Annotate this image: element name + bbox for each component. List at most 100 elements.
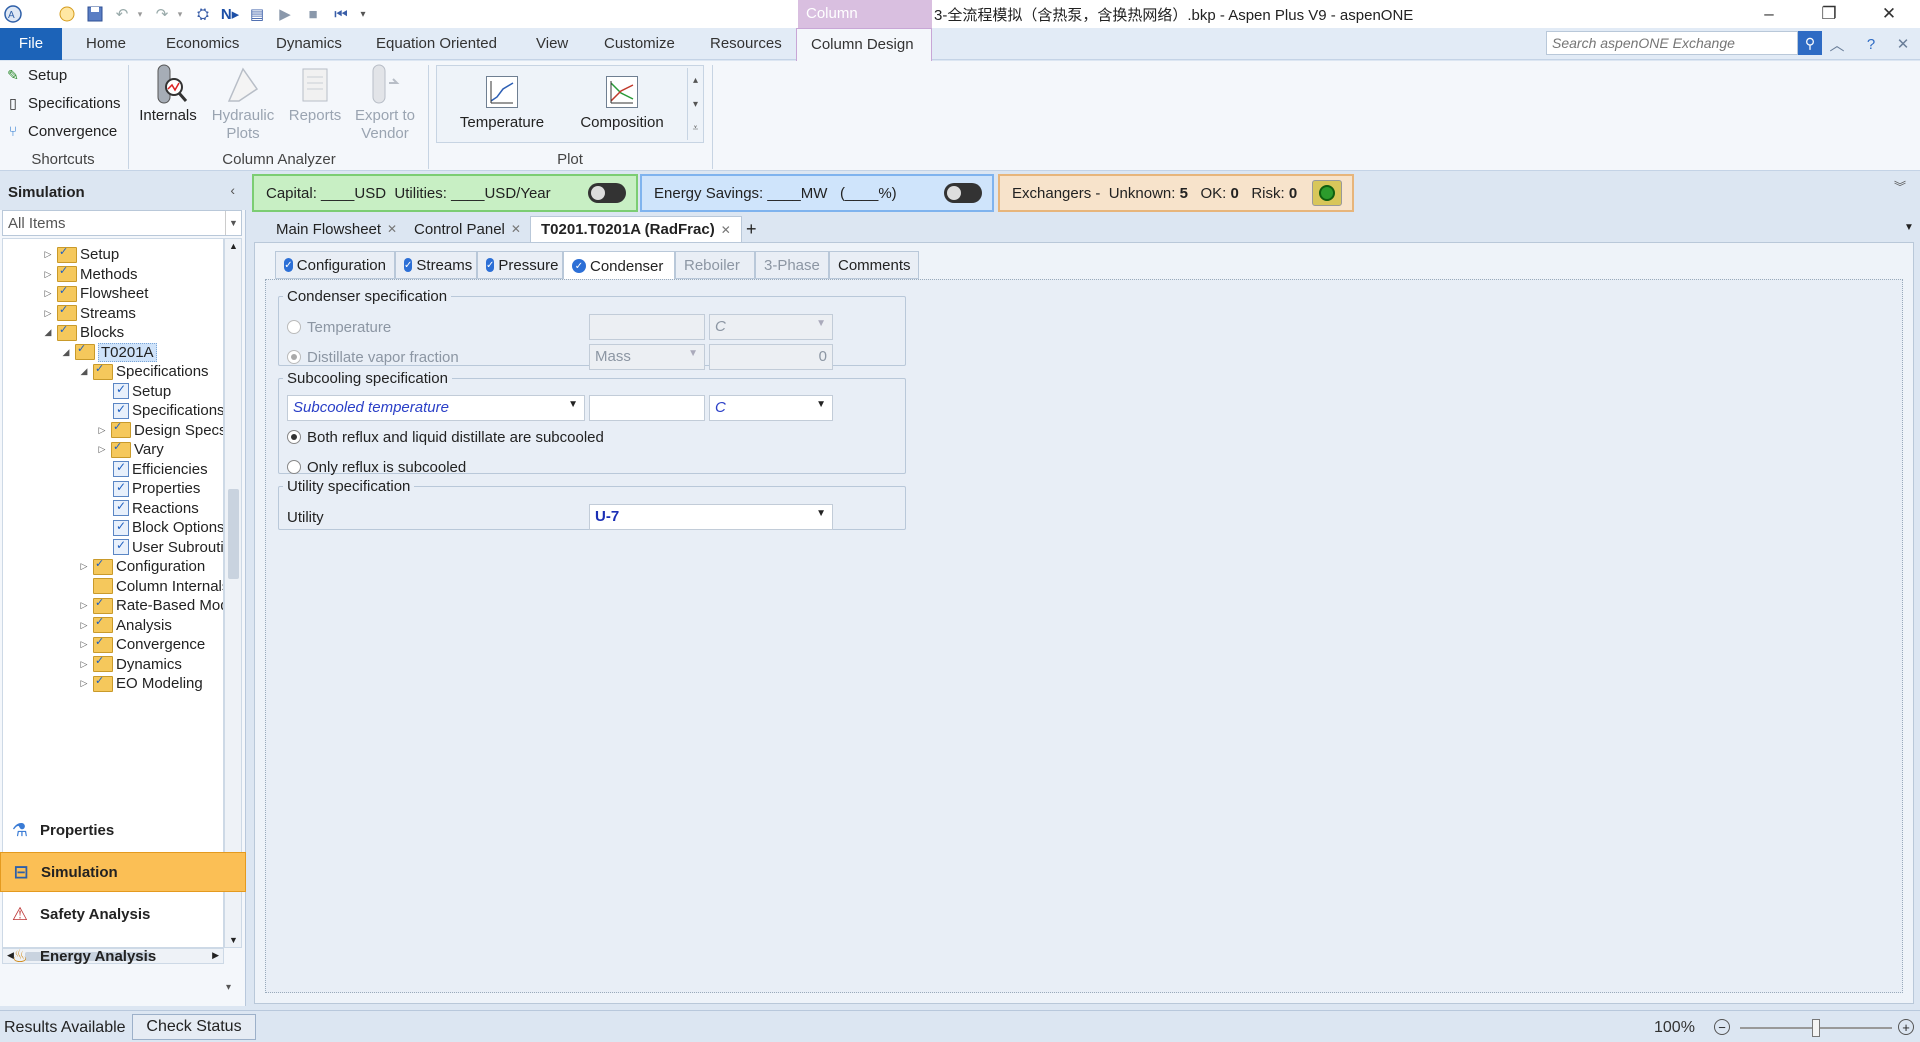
- form-tab-reboiler[interactable]: Reboiler: [675, 251, 755, 279]
- energy-toggle[interactable]: [944, 183, 982, 203]
- radio-button[interactable]: [287, 350, 301, 364]
- doc-tab-t0201a[interactable]: T0201.T0201A (RadFrac) ✕: [530, 216, 742, 242]
- form-tab-comments[interactable]: Comments: [829, 251, 919, 279]
- only-reflux-option[interactable]: Only reflux is subcooled: [287, 455, 466, 479]
- close-icon[interactable]: ✕: [387, 222, 397, 236]
- search-input[interactable]: [1546, 31, 1798, 55]
- redo-icon[interactable]: ↷: [152, 3, 172, 25]
- energy-savings-box[interactable]: Energy Savings: ____MW (____%): [640, 174, 994, 212]
- composition-plot-button[interactable]: Composition: [567, 70, 677, 140]
- subcooled-temperature-field[interactable]: [589, 395, 705, 421]
- shortcut-specifications[interactable]: ▯ Specifications: [4, 91, 120, 115]
- form-tab-streams[interactable]: ✓ Streams: [395, 251, 477, 279]
- hydraulic-plots-button[interactable]: Hydraulic Plots: [208, 61, 278, 145]
- nav-properties[interactable]: ⚗ Properties: [0, 810, 246, 850]
- close-icon[interactable]: ✕: [721, 223, 731, 237]
- nav-energy-analysis[interactable]: ♨ Energy Analysis: [0, 936, 246, 976]
- collapse-icon[interactable]: ◢: [59, 347, 73, 358]
- collapse-icon[interactable]: ◢: [41, 327, 55, 338]
- control-panel-icon[interactable]: ▤: [246, 3, 268, 25]
- temperature-unit-select[interactable]: C ▼: [709, 314, 833, 340]
- tab-list-icon[interactable]: ▼: [1904, 222, 1914, 233]
- vapor-fraction-option[interactable]: Distillate vapor fraction: [287, 345, 459, 369]
- temperature-value-field[interactable]: [589, 314, 705, 340]
- shortcut-convergence[interactable]: ⑂ Convergence: [4, 119, 117, 143]
- search-icon[interactable]: ⚲: [1798, 31, 1822, 55]
- gallery-down-icon[interactable]: ▾: [687, 92, 703, 116]
- doc-tab-control-panel[interactable]: Control Panel ✕: [404, 216, 531, 242]
- internals-button[interactable]: Internals: [133, 61, 203, 145]
- collapse-ribbon-icon[interactable]: ︿: [1826, 33, 1848, 55]
- expand-icon[interactable]: ▷: [77, 561, 91, 572]
- vapor-fraction-value-field[interactable]: 0: [709, 344, 833, 370]
- tab-home[interactable]: Home: [72, 28, 140, 60]
- exchanger-status-icon[interactable]: [1312, 180, 1342, 206]
- vapor-fraction-basis-select[interactable]: Mass ▼: [589, 344, 705, 370]
- expand-icon[interactable]: ▷: [41, 288, 55, 299]
- ribbon-close-icon[interactable]: ✕: [1892, 33, 1914, 55]
- expand-icon[interactable]: ▷: [77, 639, 91, 650]
- radio-button[interactable]: [287, 320, 301, 334]
- both-subcooled-option[interactable]: Both reflux and liquid distillate are su…: [287, 425, 604, 449]
- reports-button[interactable]: Reports: [280, 61, 350, 145]
- gallery-up-icon[interactable]: ▴: [687, 68, 703, 92]
- expand-icon[interactable]: ▷: [95, 444, 109, 455]
- tab-equation-oriented[interactable]: Equation Oriented: [362, 28, 511, 60]
- customize-quick-access-icon[interactable]: ▾: [356, 3, 370, 25]
- collapse-pane-icon[interactable]: ‹: [230, 182, 235, 198]
- tab-economics[interactable]: Economics: [152, 28, 253, 60]
- model-library-icon[interactable]: ⛭: [192, 3, 214, 25]
- aspen-logo-icon[interactable]: A: [2, 3, 24, 25]
- undo-icon[interactable]: ↶: [112, 3, 132, 25]
- run-icon[interactable]: ▶: [274, 3, 296, 25]
- doc-tab-main-flowsheet[interactable]: Main Flowsheet ✕: [266, 216, 407, 242]
- temperature-option[interactable]: Temperature: [287, 315, 391, 339]
- tab-view[interactable]: View: [522, 28, 582, 60]
- form-tab-condenser[interactable]: ✓ Condenser: [563, 251, 675, 281]
- zoom-slider-thumb[interactable]: [1812, 1019, 1820, 1037]
- tab-dynamics[interactable]: Dynamics: [262, 28, 356, 60]
- help-icon[interactable]: ?: [1860, 33, 1882, 55]
- expand-icon[interactable]: ▷: [77, 678, 91, 689]
- form-tab-pressure[interactable]: ✓ Pressure: [477, 251, 563, 279]
- zoom-in-icon[interactable]: +: [1898, 1019, 1914, 1035]
- radio-button[interactable]: [287, 460, 301, 474]
- zoom-out-icon[interactable]: −: [1714, 1019, 1730, 1035]
- export-to-vendor-button[interactable]: Export to Vendor: [350, 61, 420, 145]
- shortcut-setup[interactable]: ✎ Setup: [4, 63, 67, 87]
- tab-resources[interactable]: Resources: [696, 28, 796, 60]
- open-icon[interactable]: [56, 3, 78, 25]
- navigation-filter-select[interactable]: All Items ▼: [2, 210, 242, 236]
- undo-dropdown-icon[interactable]: ▾: [134, 3, 146, 25]
- scroll-thumb[interactable]: [228, 489, 239, 579]
- close-icon[interactable]: ✕: [511, 222, 521, 236]
- add-tab-icon[interactable]: +: [736, 216, 767, 242]
- expand-icon[interactable]: ▷: [95, 425, 109, 436]
- save-icon[interactable]: [84, 3, 106, 25]
- expand-icon[interactable]: ▷: [77, 600, 91, 611]
- temperature-plot-button[interactable]: Temperature: [447, 70, 557, 140]
- check-status-button[interactable]: Check Status: [132, 1014, 256, 1040]
- form-tab-configuration[interactable]: ✓ Configuration: [275, 251, 395, 279]
- more-sections-icon[interactable]: ▾: [226, 982, 231, 993]
- gallery-more-icon[interactable]: ⩡: [687, 116, 703, 140]
- exchangers-box[interactable]: Exchangers - Unknown: 5 OK: 0 Risk: 0: [998, 174, 1354, 212]
- economics-box[interactable]: Capital: ____USD Utilities: ____USD/Year: [252, 174, 638, 212]
- collapse-icon[interactable]: ◢: [77, 366, 91, 377]
- expand-icon[interactable]: ▷: [41, 308, 55, 319]
- close-icon[interactable]: ✕: [1866, 2, 1912, 26]
- minimize-icon[interactable]: –: [1746, 2, 1792, 26]
- expand-icon[interactable]: ▷: [77, 659, 91, 670]
- tree-item[interactable]: ▷ EO Modeling: [77, 672, 203, 695]
- utility-select[interactable]: U-7 ▼: [589, 504, 833, 530]
- economics-toggle[interactable]: [588, 183, 626, 203]
- tab-file[interactable]: File: [0, 28, 62, 60]
- redo-dropdown-icon[interactable]: ▾: [174, 3, 186, 25]
- expand-bar-icon[interactable]: ︾: [1894, 178, 1906, 195]
- expand-icon[interactable]: ▷: [77, 620, 91, 631]
- stop-icon[interactable]: ■: [302, 3, 324, 25]
- nav-simulation[interactable]: ⊟ Simulation: [0, 852, 246, 892]
- next-icon[interactable]: N▸: [218, 3, 242, 25]
- radio-button[interactable]: [287, 430, 301, 444]
- expand-icon[interactable]: ▷: [41, 269, 55, 280]
